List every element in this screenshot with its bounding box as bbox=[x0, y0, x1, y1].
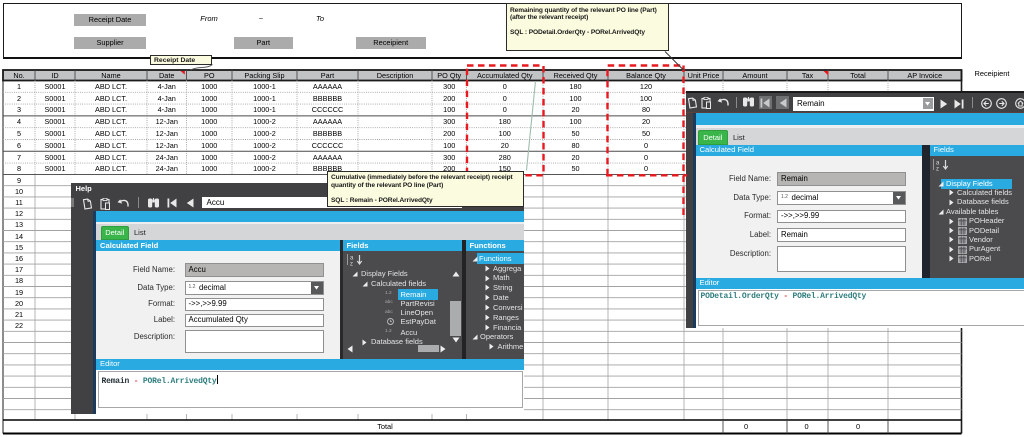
svg-text:z: z bbox=[936, 166, 939, 171]
svg-text:z: z bbox=[350, 261, 353, 266]
